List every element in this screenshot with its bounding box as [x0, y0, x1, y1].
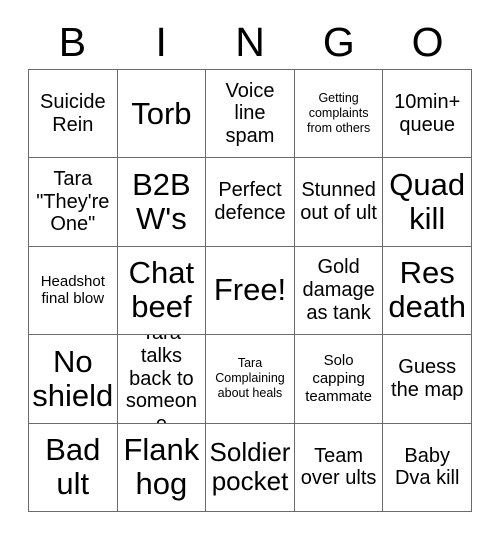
bingo-cell-label: No shield	[32, 343, 114, 413]
bingo-cell[interactable]: Solo capping teammate	[294, 335, 384, 424]
bingo-cell-label: Tara talks back to someone	[125, 335, 197, 422]
bingo-header-letter-i: I	[155, 18, 167, 65]
bingo-cell-label: Voice line spam	[225, 79, 275, 148]
bingo-cell-label: Guess the map	[391, 356, 464, 401]
bingo-cell[interactable]: B2B W's	[117, 158, 207, 247]
bingo-cell-label: Gold damage as tank	[302, 256, 375, 324]
bingo-cell[interactable]: Free!	[206, 246, 295, 336]
bingo-cell[interactable]: Suicide Rein	[29, 70, 118, 159]
bingo-cell-label: Torb	[131, 95, 192, 131]
bingo-cell-label: Free!	[213, 272, 287, 308]
bingo-cell[interactable]: Perfect defence	[206, 158, 295, 247]
bingo-cell[interactable]: Gold damage as tank	[294, 246, 384, 336]
bingo-header-row: B I N G O	[28, 18, 472, 66]
bingo-cell[interactable]: Chat beef	[117, 246, 207, 336]
bingo-header-letter-g: G	[322, 18, 355, 65]
bingo-cell-label: Headshot final blow	[40, 272, 105, 308]
bingo-cell-label: Tara "They're One"	[36, 167, 110, 236]
bingo-cell[interactable]: Tara talks back to someone	[117, 335, 207, 424]
bingo-cell[interactable]: Quad kill	[383, 158, 472, 247]
bingo-grid: Suicide Rein Torb Voice line spam Getting c…	[28, 69, 472, 512]
bingo-cell-label: Bad ult	[45, 432, 101, 502]
bingo-cell[interactable]: Baby Dva kill	[383, 423, 472, 512]
bingo-cell[interactable]: Torb	[117, 70, 207, 159]
bingo-cell-label: Solo capping teammate	[305, 352, 372, 405]
bingo-cell-label: Perfect defence	[214, 179, 286, 225]
bingo-cell-label: Soldier pocket	[209, 437, 291, 497]
bingo-cell[interactable]: Bad ult	[29, 423, 118, 512]
bingo-cell[interactable]: Voice line spam	[206, 70, 295, 159]
bingo-cell[interactable]: 10min+ queue	[383, 70, 472, 159]
bingo-cell-label: Flank hog	[123, 432, 200, 502]
bingo-cell[interactable]: Getting complaints from others	[294, 70, 384, 159]
bingo-cell[interactable]: Headshot final blow	[29, 246, 118, 336]
bingo-cell[interactable]: Flank hog	[117, 423, 207, 512]
bingo-cell-label: Chat beef	[128, 255, 195, 325]
bingo-cell-label: Baby Dva kill	[394, 444, 460, 490]
bingo-header-letter-o: O	[411, 18, 444, 65]
bingo-card: B I N G O Suicide Rein Torb Voice line spa…	[0, 0, 500, 544]
bingo-cell-label: Suicide Rein	[39, 90, 106, 136]
bingo-cell[interactable]: Res death	[383, 246, 472, 336]
bingo-cell-label: Getting complaints from others	[306, 91, 371, 136]
bingo-cell-label: Quad kill	[389, 167, 466, 237]
bingo-cell-label: 10min+ queue	[394, 90, 461, 136]
bingo-cell[interactable]: Tara Complaining about heals	[206, 335, 295, 424]
bingo-cell[interactable]: No shield	[29, 335, 118, 424]
bingo-header-letter-n: N	[235, 18, 265, 65]
bingo-cell-label: B2B W's	[132, 167, 191, 237]
bingo-cell-label: Res death	[388, 255, 466, 325]
bingo-cell-label: Team over ults	[300, 444, 377, 490]
bingo-cell-label: Stunned out of ult	[300, 179, 377, 225]
bingo-cell[interactable]: Guess the map	[383, 335, 472, 424]
bingo-cell-label: Tara Complaining about heals	[215, 356, 285, 401]
bingo-cell[interactable]: Soldier pocket	[206, 423, 295, 512]
bingo-header-letter-b: B	[58, 18, 87, 65]
bingo-cell[interactable]: Stunned out of ult	[294, 158, 384, 247]
bingo-cell[interactable]: Team over ults	[294, 423, 384, 512]
bingo-cell[interactable]: Tara "They're One"	[29, 158, 118, 247]
